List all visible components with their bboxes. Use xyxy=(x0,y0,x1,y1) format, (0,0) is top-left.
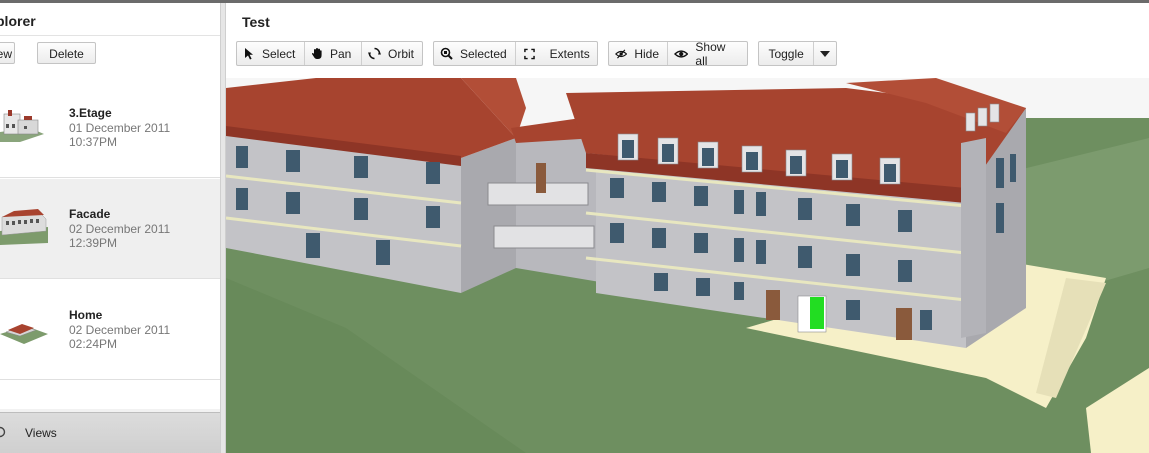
view-thumbnail xyxy=(0,209,48,245)
item-time: 12:39PM xyxy=(69,236,118,250)
viewer-title: Test xyxy=(242,14,270,30)
select-label: Select xyxy=(262,46,296,61)
explorer-title: plorer xyxy=(0,13,36,29)
list-item-facade[interactable]: Facade 02 December 2011 12:39PM xyxy=(0,179,220,279)
item-date: 02 December 2011 xyxy=(69,222,171,236)
extents-label: Extents xyxy=(549,46,590,61)
viewer-panel: Test Select Pan Orbit Selected Extents H… xyxy=(226,3,1149,453)
views-tab-label: Views xyxy=(25,426,57,440)
zoom-selected-button[interactable]: Selected xyxy=(434,42,516,65)
zoom-extents-button[interactable]: Extents xyxy=(516,42,598,65)
views-icon xyxy=(0,426,6,438)
item-date: 01 December 2011 xyxy=(69,121,171,135)
item-name: 3.Etage xyxy=(69,106,112,120)
toggle-group: Toggle xyxy=(758,41,837,66)
hide-button[interactable]: Hide xyxy=(609,42,668,65)
chevron-down-icon xyxy=(820,50,831,57)
explorer-header: plorer xyxy=(0,3,220,35)
pan-button[interactable]: Pan xyxy=(305,42,362,65)
views-tab[interactable]: Views xyxy=(0,412,220,453)
visibility-group: Hide Show all xyxy=(608,39,748,68)
zoom-selected-icon xyxy=(440,47,453,60)
item-time: 10:37PM xyxy=(69,135,118,149)
pan-label: Pan xyxy=(330,46,352,61)
hand-icon xyxy=(311,48,322,59)
toggle-button[interactable]: Toggle xyxy=(759,42,815,65)
view-thumbnail xyxy=(0,324,48,344)
toggle-label: Toggle xyxy=(768,46,804,61)
orbit-button[interactable]: Orbit xyxy=(362,42,422,65)
extents-icon xyxy=(523,48,535,59)
orbit-icon xyxy=(368,47,381,60)
item-time: 02:24PM xyxy=(69,337,118,351)
delete-button[interactable]: Delete xyxy=(37,42,96,64)
zoom-group: Selected Extents xyxy=(433,41,598,66)
viewer-toolbar: Select Pan Orbit Selected Extents Hide S… xyxy=(226,38,1149,78)
eye-icon xyxy=(674,49,689,58)
show-all-label: Show all xyxy=(695,39,726,68)
show-all-button[interactable]: Show all xyxy=(668,39,747,68)
hide-label: Hide xyxy=(634,46,659,61)
selected-label: Selected xyxy=(460,46,507,61)
views-list: 3.Etage 01 December 2011 10:37PM Facade … xyxy=(0,78,220,409)
item-date: 02 December 2011 xyxy=(69,323,171,337)
3d-viewport[interactable] xyxy=(226,78,1149,453)
explorer-panel: plorer ew Delete 3.Etage 01 December 201… xyxy=(0,3,220,453)
navigation-group: Select Pan Orbit xyxy=(236,41,423,66)
explorer-toolbar: ew Delete xyxy=(0,35,220,79)
building-model xyxy=(226,78,1149,453)
item-name: Facade xyxy=(69,207,111,221)
orbit-label: Orbit xyxy=(387,46,414,61)
item-name: Home xyxy=(69,308,103,322)
select-button[interactable]: Select xyxy=(237,42,305,65)
new-view-button[interactable]: ew xyxy=(0,42,15,64)
cursor-arrow-icon xyxy=(245,48,253,60)
toggle-dropdown-button[interactable] xyxy=(814,42,836,65)
list-item-3-etage[interactable]: 3.Etage 01 December 2011 10:37PM xyxy=(0,78,220,178)
list-item-home[interactable]: Home 02 December 2011 02:24PM xyxy=(0,280,220,380)
view-thumbnail xyxy=(0,102,48,146)
hide-eye-icon xyxy=(615,49,628,58)
